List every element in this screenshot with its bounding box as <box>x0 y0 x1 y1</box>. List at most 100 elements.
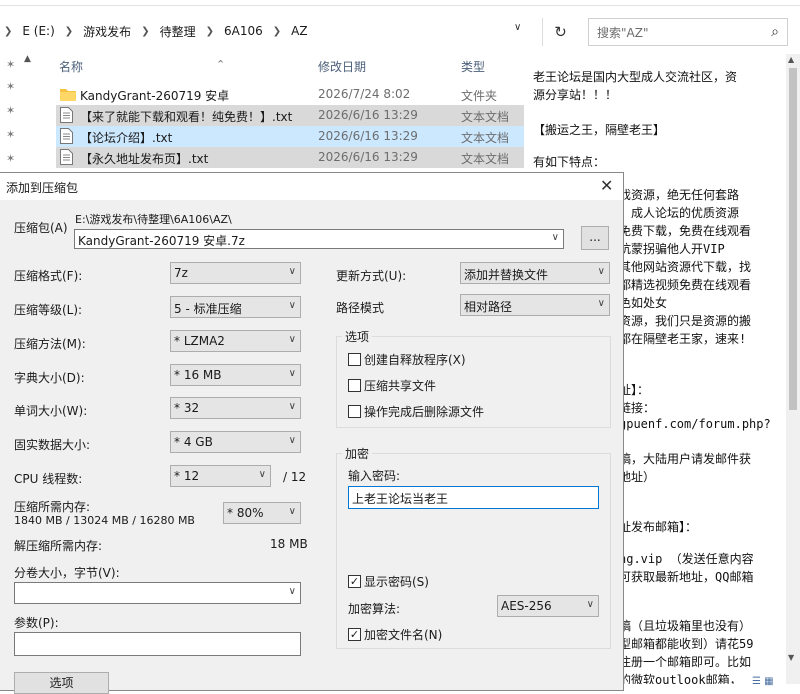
preview-scrollbar[interactable]: ▲ ▼ <box>786 54 800 684</box>
method-select[interactable]: * LZMA2 ∨ <box>170 330 301 352</box>
encrypt-names-checkbox[interactable]: ✓ 加密文件名(N) <box>348 626 442 643</box>
split-combo[interactable]: ∨ <box>14 582 301 604</box>
column-type[interactable]: 类型 <box>461 58 485 75</box>
threads-select[interactable]: * 12 ∨ <box>170 465 271 487</box>
solid-select[interactable]: * 4 GB ∨ <box>170 431 301 453</box>
details-view-icon[interactable]: ☰ <box>752 676 761 687</box>
pin-icon[interactable]: ✶ <box>6 104 15 117</box>
checkbox-box[interactable] <box>348 405 361 418</box>
pin-icon[interactable]: ✶ <box>6 128 15 141</box>
checkbox-checked-icon[interactable]: ✓ <box>348 628 361 641</box>
close-icon[interactable]: ✕ <box>600 176 613 195</box>
encryption-group-title: 加密 <box>342 445 373 462</box>
password-input[interactable]: 上老王论坛当老王 <box>348 486 599 509</box>
path-mode-label: 路径模式 <box>336 301 385 315</box>
search-input[interactable]: 搜索"AZ" ⌕ <box>588 18 788 46</box>
word-select[interactable]: * 32 ∨ <box>170 397 301 419</box>
level-value: 5 - 标准压缩 <box>174 302 242 316</box>
checkbox-checked-icon[interactable]: ✓ <box>348 575 361 588</box>
threads-total: / 12 <box>283 470 307 484</box>
preview-line: 的微软outlook邮箱， <box>619 673 742 684</box>
mem-percent-select[interactable]: * 80% ∨ <box>223 502 301 524</box>
archive-name-combo[interactable]: KandyGrant-260719 安卓.7z ∨ <box>74 229 564 249</box>
dict-select[interactable]: * 16 MB ∨ <box>170 364 301 386</box>
options-group-title: 选项 <box>342 328 373 345</box>
decomp-value: 18 MB <box>270 537 308 551</box>
breadcrumb-separator-icon: ❯ <box>205 25 214 37</box>
delete-source-label: 操作完成后删除源文件 <box>364 405 485 419</box>
enc-method-select[interactable]: AES-256 ∨ <box>497 595 599 617</box>
word-label: 单词大小(W): <box>14 404 88 418</box>
update-label: 更新方式(U): <box>336 269 407 283</box>
chevron-down-icon: ∨ <box>288 266 296 277</box>
file-type: 文本文档 <box>461 152 510 166</box>
checkbox-box[interactable] <box>348 353 361 366</box>
archive-label: 压缩包(A) <box>14 221 68 235</box>
file-type: 文件夹 <box>461 89 498 103</box>
scroll-up-icon[interactable]: ▲ <box>788 55 794 64</box>
file-name: 【来了就能下载和观看！纯免费！】.txt <box>80 110 293 124</box>
threads-label: CPU 线程数: <box>14 472 83 486</box>
scroll-down-icon[interactable]: ▼ <box>788 653 794 662</box>
password-label: 输入密码: <box>348 469 401 483</box>
enc-method-label: 加密算法: <box>348 602 401 616</box>
preview-line: 有如下特点： <box>533 155 606 169</box>
delete-source-checkbox[interactable]: 操作完成后删除源文件 <box>348 403 484 420</box>
update-select[interactable]: 添加并替换文件 ∨ <box>460 262 610 284</box>
browse-button[interactable]: ... <box>581 226 609 250</box>
shared-checkbox[interactable]: 压缩共享文件 <box>348 377 436 394</box>
params-input[interactable] <box>14 632 301 656</box>
preview-line: ，成人论坛的优质资源 <box>619 206 740 220</box>
search-placeholder: 搜索"AZ" <box>597 25 649 40</box>
breadcrumb-item[interactable]: AZ <box>291 24 307 38</box>
breadcrumb-item[interactable]: 游戏发布 <box>83 23 131 40</box>
breadcrumb[interactable]: ❯ E (E:) ❯ 游戏发布 ❯ 待整理 ❯ 6A106 ❯ AZ <box>0 16 536 46</box>
file-name: KandyGrant-260719 安卓 <box>80 89 230 103</box>
scroll-up-icon[interactable]: ▲ <box>24 54 31 64</box>
column-date[interactable]: 修改日期 <box>318 58 366 75</box>
scrollbar-thumb[interactable] <box>789 68 797 410</box>
preview-line: 可获取最新地址，QQ邮箱 <box>619 570 754 584</box>
level-select[interactable]: 5 - 标准压缩 ∨ <box>170 296 301 318</box>
chevron-down-icon[interactable]: ∨ <box>289 586 296 597</box>
archive-path: E:\游戏发布\待整理\6A106\AZ\ <box>75 213 232 226</box>
params-label: 参数(P): <box>14 616 59 630</box>
breadcrumb-separator-icon: ❯ <box>4 25 13 37</box>
breadcrumb-item[interactable]: 6A106 <box>224 24 263 38</box>
tiles-view-icon[interactable]: ▦ <box>764 676 773 687</box>
file-row[interactable]: 【永久地址发布页】.txt 2026/6/16 13:29 文本文档 <box>56 147 524 168</box>
path-mode-select[interactable]: 相对路径 ∨ <box>460 294 610 316</box>
sfx-checkbox[interactable]: 创建自释放程序(X) <box>348 351 466 368</box>
address-dropdown-icon[interactable]: ∨ <box>514 22 521 33</box>
update-value: 添加并替换文件 <box>464 268 549 282</box>
preview-line: 色如处女 <box>619 296 668 310</box>
preview-line: 都精选视频免费在线观看 <box>619 278 752 292</box>
pin-icon[interactable]: ✶ <box>6 58 15 71</box>
method-value: * LZMA2 <box>174 334 225 348</box>
refresh-button[interactable]: ↻ <box>542 18 578 46</box>
breadcrumb-item[interactable]: E (E:) <box>22 24 54 38</box>
checkbox-box[interactable] <box>348 379 361 392</box>
breadcrumb-item[interactable]: 待整理 <box>160 23 196 40</box>
preview-line: 都在隔壁老王家，速来! <box>619 332 747 346</box>
chevron-down-icon: ∨ <box>288 334 296 345</box>
file-row[interactable]: KandyGrant-260719 安卓 2026/7/24 8:02 文件夹 <box>56 84 524 105</box>
solid-value: * 4 GB <box>174 435 213 449</box>
chevron-down-icon[interactable]: ∨ <box>552 232 559 243</box>
pin-icon[interactable]: ✶ <box>6 80 15 93</box>
pin-icon[interactable]: ✶ <box>6 152 15 165</box>
file-date: 2026/6/16 13:29 <box>318 129 418 143</box>
sort-ascending-icon: ⌃ <box>216 58 226 71</box>
file-row-selected[interactable]: 【论坛介绍】.txt 2026/6/16 13:29 文本文档 <box>56 126 524 147</box>
preview-line: 稿，大陆用户请发邮件获 <box>619 452 752 466</box>
file-row[interactable]: 【来了就能下载和观看！纯免费！】.txt 2026/6/16 13:29 文本文… <box>56 105 524 126</box>
split-label: 分卷大小，字节(V): <box>14 566 120 580</box>
address-bar-row: ❯ E (E:) ❯ 游戏发布 ❯ 待整理 ❯ 6A106 ❯ AZ ∨ ↻ 搜… <box>0 16 800 46</box>
solid-label: 固实数据大小: <box>14 438 91 452</box>
column-name[interactable]: 名称 <box>59 58 83 75</box>
folder-icon <box>60 89 76 101</box>
show-password-checkbox[interactable]: ✓ 显示密码(S) <box>348 573 429 590</box>
preview-line: 老王论坛是国内大型成人交流社区，资 <box>533 70 738 84</box>
format-select[interactable]: 7z ∨ <box>170 262 301 284</box>
view-mode-icons[interactable]: ☰ ▦ <box>752 676 782 690</box>
